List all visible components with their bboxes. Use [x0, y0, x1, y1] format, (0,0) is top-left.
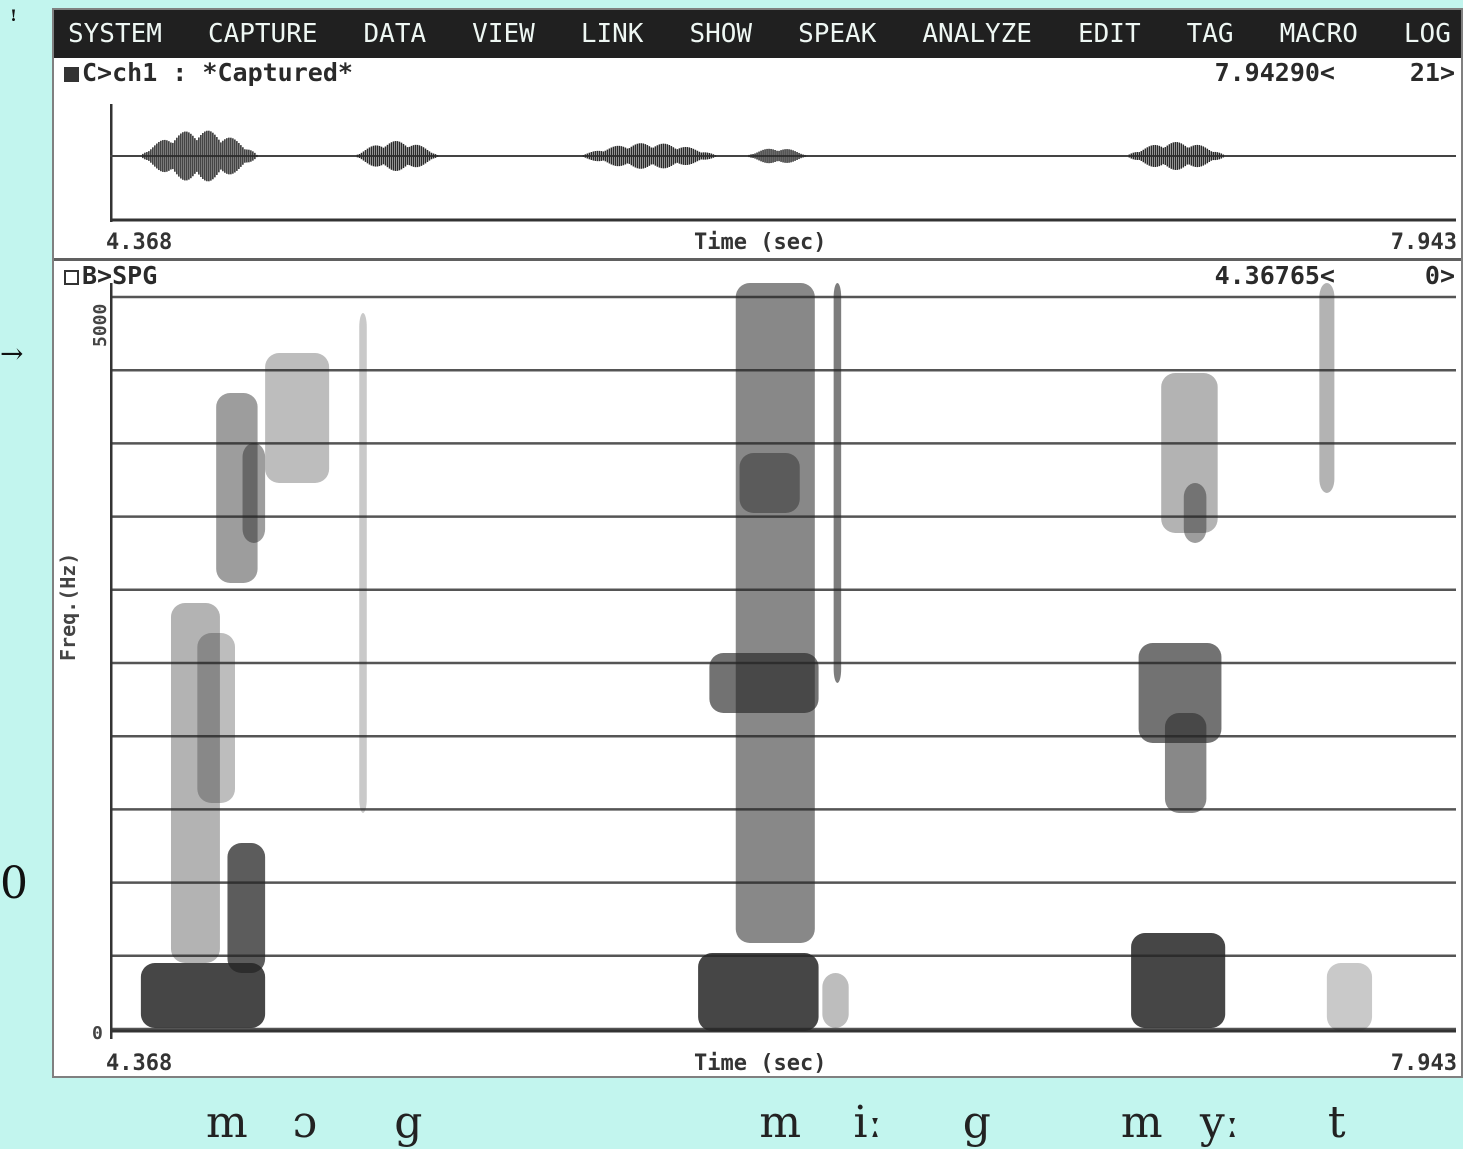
spectrogram-energy-region: [227, 843, 266, 973]
margin-zero-label: 0: [0, 858, 28, 909]
arrow-icon: →: [0, 337, 24, 370]
spectrogram-energy-region: [1164, 713, 1207, 813]
phone-label: yː: [1199, 1097, 1240, 1148]
menu-speak[interactable]: SPEAK: [798, 10, 876, 58]
waveform-cursor-value: 7.94290<: [1214, 58, 1335, 87]
spectrogram-energy-region: [833, 283, 842, 683]
waveform-frame-value: 21>: [1409, 58, 1455, 87]
margin-mark: !: [10, 6, 18, 25]
waveform-title: C>ch1 : *Captured*: [82, 58, 353, 87]
spectrogram-energy-region: [698, 953, 819, 1031]
menu-bar: SYSTEM CAPTURE DATA VIEW LINK SHOW SPEAK…: [54, 10, 1461, 58]
speech-analyzer-window: SYSTEM CAPTURE DATA VIEW LINK SHOW SPEAK…: [52, 8, 1463, 1078]
spectrogram-energy-region: [197, 633, 235, 803]
spectrogram-panel[interactable]: B>SPG 4.36765< 0> Freq.(Hz) 5000 0 4.368…: [54, 261, 1461, 1076]
menu-show[interactable]: SHOW: [689, 10, 752, 58]
spectrogram-energy-region: [1326, 963, 1373, 1031]
waveform-plot[interactable]: [110, 104, 1456, 222]
phone-label: g: [394, 1097, 423, 1148]
waveform-header: C>ch1 : *Captured* 7.94290< 21>: [58, 58, 1455, 88]
spectrogram-energy-region: [265, 353, 330, 483]
menu-system[interactable]: SYSTEM: [68, 10, 162, 58]
waveform-time-label: Time (sec): [694, 230, 827, 255]
spectrogram-energy-region: [1319, 283, 1335, 493]
spectrogram-energy-region: [735, 283, 815, 943]
phone-label: g: [962, 1097, 991, 1148]
menu-tag[interactable]: TAG: [1187, 10, 1234, 58]
spectrogram-y-max: 5000: [90, 303, 111, 347]
menu-view[interactable]: VIEW: [472, 10, 535, 58]
phone-label: t: [1327, 1097, 1346, 1148]
menu-capture[interactable]: CAPTURE: [208, 10, 318, 58]
waveform-time-end: 7.943: [1390, 230, 1457, 255]
phone-label: ɔ: [292, 1097, 318, 1148]
menu-link[interactable]: LINK: [581, 10, 644, 58]
waveform-burst: [142, 130, 258, 182]
phone-label: m: [759, 1097, 802, 1148]
spectrogram-plot[interactable]: [110, 283, 1456, 1053]
menu-edit[interactable]: EDIT: [1078, 10, 1141, 58]
spectrogram-energy-region: [1183, 483, 1207, 543]
phone-label: m: [1120, 1097, 1163, 1148]
spectrogram-y-min: 0: [92, 1023, 103, 1044]
menu-log[interactable]: LOG: [1404, 10, 1451, 58]
phone-label: m: [205, 1097, 248, 1148]
menu-macro[interactable]: MACRO: [1280, 10, 1358, 58]
menu-data[interactable]: DATA: [364, 10, 427, 58]
spectrogram-y-axis-label: Freq.(Hz): [56, 552, 80, 661]
phone-label: iː: [853, 1097, 883, 1148]
spectrogram-time-end: 7.943: [1390, 1051, 1457, 1076]
waveform-panel[interactable]: C>ch1 : *Captured* 7.94290< 21> 4.368 Ti…: [54, 58, 1461, 261]
channel-selected-icon[interactable]: [64, 66, 79, 82]
spectrogram-energy-region: [359, 313, 367, 813]
waveform-time-start: 4.368: [106, 230, 173, 255]
channel-unselected-icon[interactable]: [64, 269, 79, 285]
spectrogram-time-label: Time (sec): [694, 1051, 827, 1076]
spectrogram-energy-region: [739, 453, 800, 513]
spectrogram-time-start: 4.368: [106, 1051, 173, 1076]
waveform-burst: [1128, 142, 1225, 170]
phonetic-transcription: m ɔ g m iː g m yː t: [0, 1098, 1463, 1148]
menu-analyze[interactable]: ANALYZE: [922, 10, 1032, 58]
spectrogram-energy-region: [1131, 933, 1226, 1028]
spectrogram-energy-region: [822, 973, 849, 1028]
spectrogram-energy-region: [242, 443, 266, 543]
